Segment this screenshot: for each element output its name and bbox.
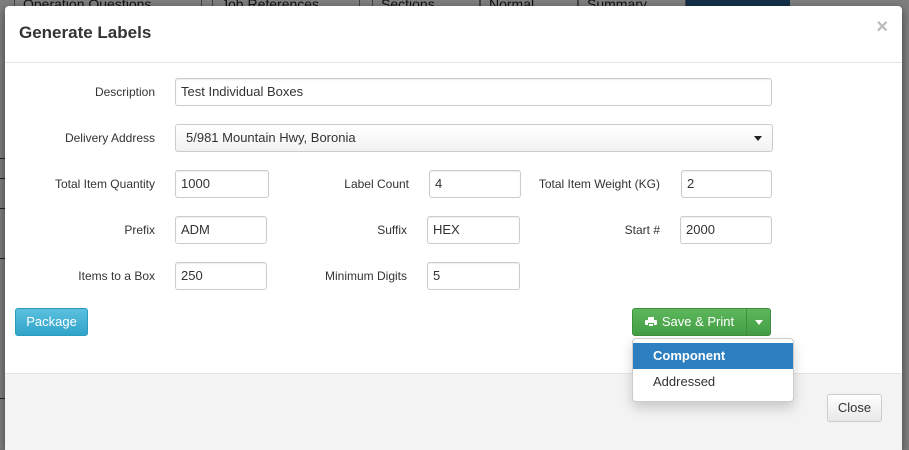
save-print-button[interactable]: Save & Print bbox=[632, 308, 747, 336]
start-number-input[interactable]: 2000 bbox=[680, 216, 772, 244]
save-print-dropdown-toggle[interactable] bbox=[746, 308, 771, 336]
prefix-label: Prefix bbox=[124, 223, 155, 237]
suffix-label: Suffix bbox=[377, 223, 407, 237]
delivery-address-value: 5/981 Mountain Hwy, Boronia bbox=[186, 130, 356, 145]
label-count-input[interactable]: 4 bbox=[429, 170, 521, 198]
total-item-weight-label: Total Item Weight (KG) bbox=[538, 177, 660, 191]
generate-labels-modal: Generate Labels × Description Test Indiv… bbox=[5, 6, 902, 450]
start-number-label: Start # bbox=[624, 223, 660, 237]
package-button[interactable]: Package bbox=[15, 308, 88, 336]
items-to-a-box-label: Items to a Box bbox=[78, 269, 155, 283]
save-print-label: Save & Print bbox=[661, 314, 735, 329]
minimum-digits-input[interactable]: 5 bbox=[427, 262, 520, 290]
prefix-input[interactable]: ADM bbox=[175, 216, 267, 244]
modal-header: Generate Labels × bbox=[5, 6, 902, 63]
items-to-a-box-input[interactable]: 250 bbox=[175, 262, 267, 290]
dropdown-item-component[interactable]: Component bbox=[633, 343, 793, 369]
delivery-address-select[interactable]: 5/981 Mountain Hwy, Boronia bbox=[175, 124, 773, 152]
chevron-down-icon bbox=[754, 136, 762, 141]
save-print-dropdown-menu: Component Addressed bbox=[632, 338, 794, 402]
description-label: Description bbox=[94, 85, 155, 99]
description-input[interactable]: Test Individual Boxes bbox=[175, 78, 772, 106]
modal-title: Generate Labels bbox=[19, 23, 152, 42]
label-count-label: Label Count bbox=[344, 177, 409, 191]
delivery-address-label: Delivery Address bbox=[64, 131, 155, 145]
caret-down-icon bbox=[755, 320, 763, 325]
total-item-quantity-label: Total Item Quantity bbox=[54, 177, 155, 191]
close-button[interactable]: Close bbox=[827, 394, 882, 422]
printer-icon bbox=[644, 317, 657, 327]
total-item-quantity-input[interactable]: 1000 bbox=[175, 170, 269, 198]
suffix-input[interactable]: HEX bbox=[427, 216, 520, 244]
dropdown-item-addressed[interactable]: Addressed bbox=[633, 369, 793, 395]
minimum-digits-label: Minimum Digits bbox=[324, 269, 407, 283]
close-icon[interactable]: × bbox=[876, 16, 888, 39]
total-item-weight-input[interactable]: 2 bbox=[681, 170, 772, 198]
